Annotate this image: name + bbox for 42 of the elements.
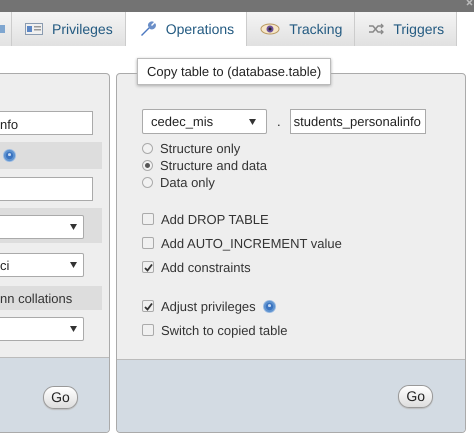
dropdown-arrow-icon <box>70 326 77 332</box>
checkbox[interactable] <box>142 261 154 273</box>
dropdown-arrow-icon <box>249 118 256 124</box>
checkbox[interactable] <box>142 324 154 336</box>
database-select[interactable]: cedec_mis <box>142 109 267 134</box>
tooltip: Copy table to (database.table) <box>137 58 332 85</box>
checkbox-label: Add constraints <box>161 260 251 274</box>
checkbox[interactable] <box>142 213 154 225</box>
id-card-icon <box>25 23 43 35</box>
text-field[interactable] <box>0 177 93 201</box>
go-button[interactable]: Go <box>43 386 78 408</box>
checkbox-label: Add DROP TABLE <box>161 212 269 226</box>
radio-label: Structure only <box>160 141 240 156</box>
eye-icon <box>260 23 280 35</box>
radio-button[interactable] <box>142 160 153 171</box>
radio-button[interactable] <box>142 143 153 154</box>
select-field[interactable] <box>0 317 84 341</box>
tab[interactable]: Triggers <box>355 12 458 46</box>
table-name-field[interactable]: students_personalinfo <box>290 109 426 134</box>
radio-label: Data only <box>160 175 215 190</box>
radio-label: Structure and data <box>160 158 267 173</box>
dropdown-arrow-icon <box>70 262 77 268</box>
help-icon[interactable] <box>3 149 16 162</box>
select-field[interactable] <box>0 215 84 239</box>
radio-button[interactable] <box>142 177 153 188</box>
select-field[interactable]: ci <box>0 253 84 277</box>
go-button[interactable]: Go <box>398 384 433 408</box>
tab[interactable]: Privileges <box>12 12 126 46</box>
checkbox-label: Add AUTO_INCREMENT value <box>161 236 342 250</box>
dropdown-arrow-icon <box>70 224 77 230</box>
text-field[interactable]: nfo <box>0 111 93 135</box>
shuffle-icon <box>368 23 384 35</box>
separator: . <box>277 114 281 129</box>
option-label: nn collations <box>0 286 102 310</box>
checkbox[interactable] <box>142 237 154 249</box>
checkbox-label: Adjust privileges <box>161 298 256 314</box>
checkbox-label: Switch to copied table <box>161 322 288 338</box>
wrench-icon <box>138 20 157 38</box>
help-icon[interactable] <box>262 300 276 312</box>
checkbox[interactable] <box>142 300 154 312</box>
close-icon[interactable] <box>466 0 474 6</box>
tab[interactable]: Tracking <box>247 12 356 46</box>
